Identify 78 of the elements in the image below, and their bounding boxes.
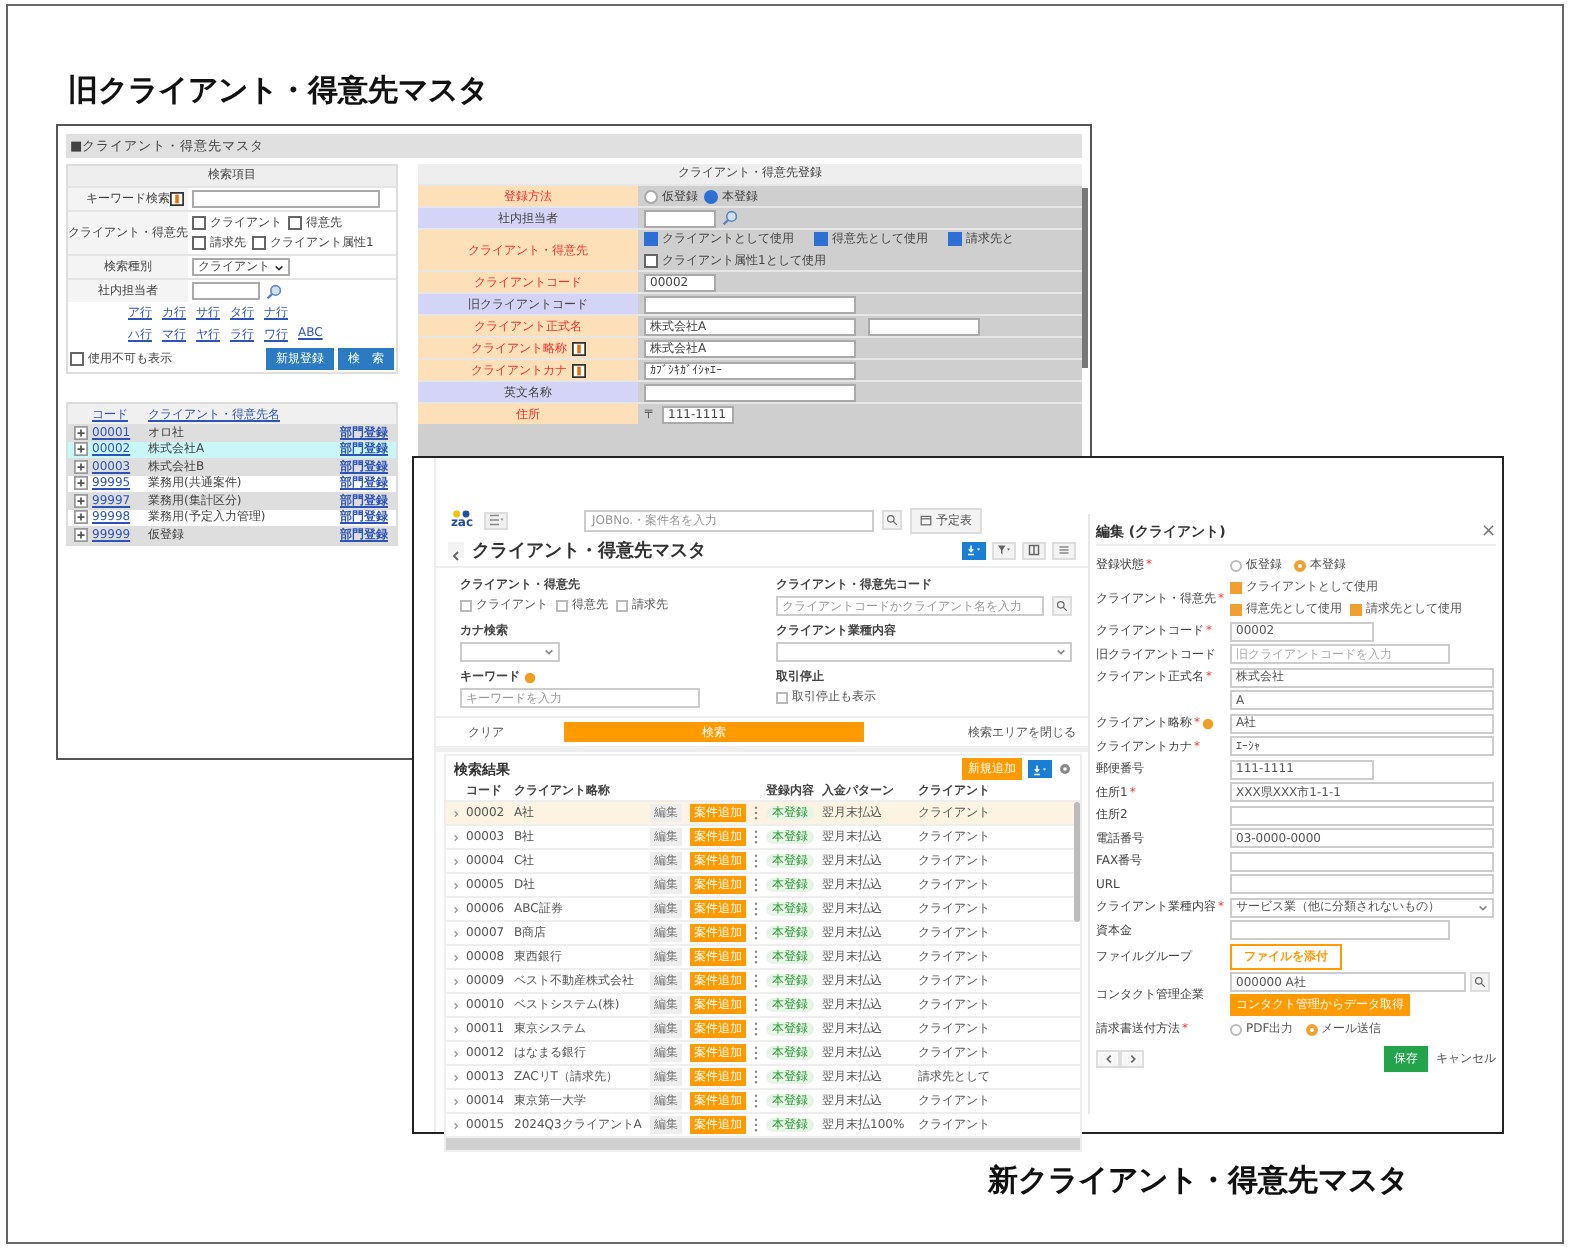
checkbox[interactable] xyxy=(252,236,266,250)
back-button[interactable] xyxy=(448,542,464,558)
radio-button[interactable] xyxy=(1230,1023,1242,1035)
keyword-field[interactable] xyxy=(192,190,380,208)
menu-icon xyxy=(1056,544,1072,556)
menu-button[interactable] xyxy=(484,511,508,529)
caret-icon xyxy=(448,548,464,564)
checkbox[interactable] xyxy=(948,232,962,246)
expand-icon[interactable] xyxy=(74,476,88,491)
caret-icon xyxy=(274,263,284,271)
caret-icon xyxy=(1056,648,1066,656)
checkbox[interactable] xyxy=(644,254,658,268)
checkbox[interactable] xyxy=(192,216,206,230)
filter-button[interactable] xyxy=(992,541,1016,559)
dots-icon xyxy=(452,510,472,518)
chevron-right-icon xyxy=(1127,1054,1137,1064)
next-button[interactable] xyxy=(1120,1050,1144,1068)
search-button[interactable] xyxy=(1052,596,1072,616)
checkbox[interactable] xyxy=(192,236,206,250)
chevron-left-icon xyxy=(1103,1054,1113,1064)
text-field[interactable] xyxy=(1230,805,1494,825)
search-icon[interactable] xyxy=(266,283,282,299)
previous-button[interactable] xyxy=(1096,1050,1120,1068)
expand-icon[interactable] xyxy=(74,510,88,525)
page-title: クライアント・得意先マスタ xyxy=(472,538,706,563)
checkbox[interactable] xyxy=(1350,603,1362,615)
checkbox[interactable] xyxy=(556,599,568,611)
checkbox[interactable] xyxy=(616,599,628,611)
checkbox[interactable] xyxy=(288,216,302,230)
checkbox[interactable] xyxy=(644,232,658,246)
select-field[interactable] xyxy=(460,642,560,662)
search-icon xyxy=(1474,976,1486,988)
scrollbar[interactable] xyxy=(1082,188,1088,368)
search-icon[interactable] xyxy=(722,210,738,226)
search-button[interactable] xyxy=(1470,972,1490,992)
layout-button[interactable] xyxy=(1022,541,1046,559)
text-field[interactable] xyxy=(1230,920,1450,940)
checkbox[interactable] xyxy=(814,232,828,246)
radio-button[interactable] xyxy=(1230,559,1242,571)
search-icon xyxy=(1056,600,1068,612)
section-heading: 旧クライアント・得意先マスタ xyxy=(68,72,488,110)
search-button[interactable] xyxy=(882,510,902,530)
export-button[interactable] xyxy=(962,541,986,559)
radio-button[interactable] xyxy=(1294,559,1306,571)
expand-icon[interactable] xyxy=(74,527,88,542)
expand-icon[interactable] xyxy=(74,459,88,474)
section-heading: 新クライアント・得意先マスタ xyxy=(988,1162,1408,1200)
caret-icon xyxy=(1478,903,1488,911)
text-field[interactable] xyxy=(1230,851,1494,871)
menu-icon xyxy=(488,514,504,526)
checkbox[interactable] xyxy=(1230,581,1242,593)
export-button[interactable] xyxy=(1028,760,1052,778)
staff-field[interactable] xyxy=(644,209,716,227)
radio-button[interactable] xyxy=(704,189,718,203)
checkbox[interactable] xyxy=(776,691,788,703)
text-field[interactable] xyxy=(644,383,856,401)
checkbox[interactable] xyxy=(460,599,472,611)
scrollbar[interactable] xyxy=(1074,802,1080,922)
columns-icon xyxy=(1026,544,1042,556)
close-button[interactable]: × xyxy=(1480,522,1496,542)
expand-icon[interactable] xyxy=(74,493,88,508)
scrollbar[interactable] xyxy=(446,1138,1080,1150)
expand-icon[interactable] xyxy=(74,442,88,457)
radio-button[interactable] xyxy=(644,189,658,203)
search-icon xyxy=(886,514,898,526)
checkbox[interactable] xyxy=(70,352,84,366)
text-field[interactable] xyxy=(868,317,980,335)
settings-icon[interactable] xyxy=(1058,762,1072,776)
calendar-icon xyxy=(920,514,932,526)
expand-icon[interactable] xyxy=(74,425,88,440)
staff-field[interactable] xyxy=(192,282,260,300)
select-field[interactable] xyxy=(776,642,1072,662)
menu-button[interactable] xyxy=(1052,541,1076,559)
checkbox[interactable] xyxy=(1230,603,1242,615)
radio-button[interactable] xyxy=(1305,1023,1318,1035)
text-field[interactable] xyxy=(1230,874,1494,894)
caret-icon xyxy=(544,648,554,656)
text-field[interactable] xyxy=(644,295,856,313)
